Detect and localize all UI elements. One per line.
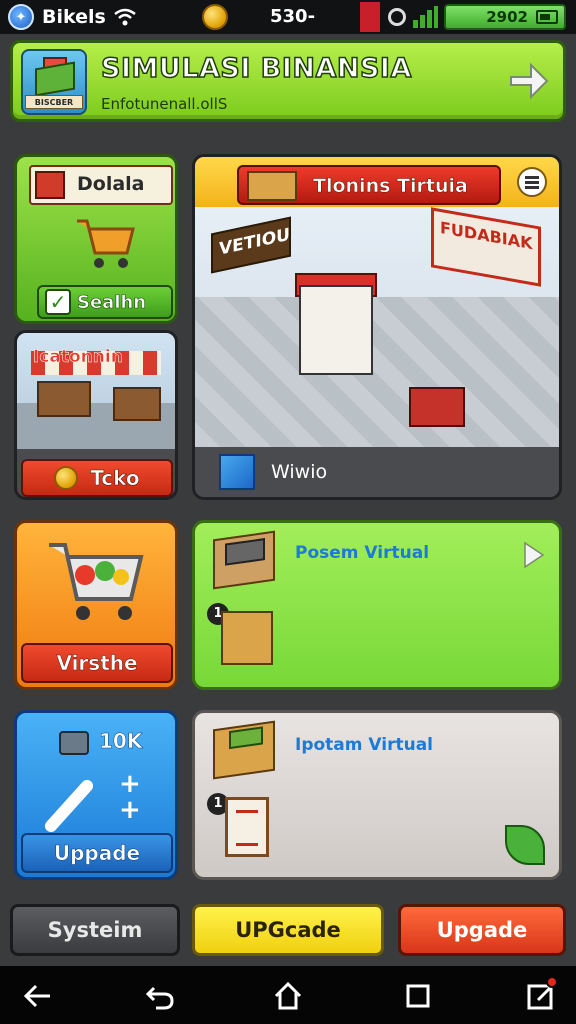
store-footer-label: Wiwio xyxy=(271,461,328,483)
package-icon xyxy=(213,720,275,780)
store-sign-left: VETIOU xyxy=(211,216,291,274)
battery-icon xyxy=(536,10,558,24)
shop-card[interactable]: Icatonnin Tcko xyxy=(14,330,178,500)
shop-button-label: Tcko xyxy=(90,466,140,491)
header-banner[interactable]: BISCBER SIMULASI BINANSIA Enfotunenall.o… xyxy=(10,40,566,122)
coin-icon xyxy=(202,4,228,30)
shop-sign: Icatonnin xyxy=(33,347,123,368)
recent-apps-icon[interactable] xyxy=(402,980,434,1012)
inventory-title: Ipotam Virtual xyxy=(295,735,434,755)
cart-icon xyxy=(77,219,135,268)
box-icon xyxy=(221,611,273,665)
page-title: SIMULASI BINANSIA xyxy=(100,52,412,85)
arrow-right-icon[interactable] xyxy=(507,59,551,103)
clipboard-icon xyxy=(225,797,269,857)
box-icon xyxy=(247,171,297,201)
status-bar: ✦ Bikels 530- 2902 xyxy=(0,0,576,34)
back-arrow-icon[interactable] xyxy=(22,980,54,1012)
cart-card[interactable]: Virsthe xyxy=(14,520,178,690)
store-footer[interactable]: Wiwio xyxy=(195,447,559,497)
upgrade-yellow-button[interactable]: UPGcade xyxy=(192,904,384,956)
cart-button-label: Virsthe xyxy=(56,651,138,676)
store-banner-title: Tlonins Tirtuia xyxy=(313,175,468,198)
inventory-card[interactable]: Ipotam Virtual 1 xyxy=(192,710,562,880)
plus-icon: + + xyxy=(119,769,141,825)
chevron-right-icon[interactable] xyxy=(523,541,545,569)
store-illustration: VETIOU FUDABIAK xyxy=(195,207,559,447)
search-button[interactable]: ✓ Sealhn xyxy=(37,285,173,319)
pos-card[interactable]: Posem Virtual 1 xyxy=(192,520,562,690)
search-button-label: Sealhn xyxy=(77,291,147,313)
app-name: Bikels xyxy=(42,6,106,28)
shop-icon xyxy=(35,171,65,199)
system-button[interactable]: Systeim xyxy=(10,904,180,956)
navigation-bar xyxy=(0,966,576,1024)
game-logo: BISCBER xyxy=(21,49,87,115)
update-card[interactable]: 10K + + Uppade xyxy=(14,710,178,880)
store-main-card[interactable]: Tlonins Tirtuia VETIOU FUDABIAK Wiwio xyxy=(192,154,562,500)
shopping-cart-icon xyxy=(49,543,144,620)
store-small-card[interactable]: Dolala ✓ Sealhn xyxy=(14,154,178,324)
coin-icon xyxy=(54,466,79,490)
shop-illustration: Icatonnin xyxy=(17,333,175,449)
notification-badge xyxy=(546,976,558,988)
update-button[interactable]: Uppade xyxy=(21,833,173,873)
sync-icon xyxy=(388,8,406,26)
menu-icon[interactable] xyxy=(517,167,547,197)
update-label: 10K xyxy=(99,729,143,754)
home-icon[interactable] xyxy=(272,980,304,1012)
pencil-icon xyxy=(42,777,96,835)
store-banner: Tlonins Tirtuia xyxy=(237,165,501,205)
upgrade-red-button[interactable]: Upgade xyxy=(398,904,566,956)
shop-button[interactable]: Tcko xyxy=(21,459,173,497)
undo-icon[interactable] xyxy=(144,980,176,1012)
leaf-icon xyxy=(505,825,545,865)
game-logo-label: BISCBER xyxy=(25,95,83,109)
battery-indicator: 2902 xyxy=(444,4,566,30)
update-button-label: Uppade xyxy=(53,841,141,866)
store-small-title: Dolala xyxy=(77,173,145,195)
signal-icon xyxy=(413,6,438,28)
flag-icon xyxy=(360,2,380,32)
pos-title: Posem Virtual xyxy=(295,543,430,563)
page-subtitle: Enfotunenall.ollS xyxy=(101,95,228,113)
check-icon: ✓ xyxy=(45,289,71,315)
money-counter: 530- xyxy=(270,6,316,27)
store-sign: Dolala xyxy=(29,165,173,205)
register-icon xyxy=(213,530,275,590)
camera-icon xyxy=(59,731,89,755)
store-header: Tlonins Tirtuia xyxy=(195,157,559,207)
store-sign-right: FUDABIAK xyxy=(431,207,541,287)
battery-text: 2902 xyxy=(486,8,528,26)
wifi-icon xyxy=(114,8,136,26)
app-logo-icon: ✦ xyxy=(8,4,34,30)
cart-button[interactable]: Virsthe xyxy=(21,643,173,683)
envelope-icon xyxy=(219,454,255,490)
